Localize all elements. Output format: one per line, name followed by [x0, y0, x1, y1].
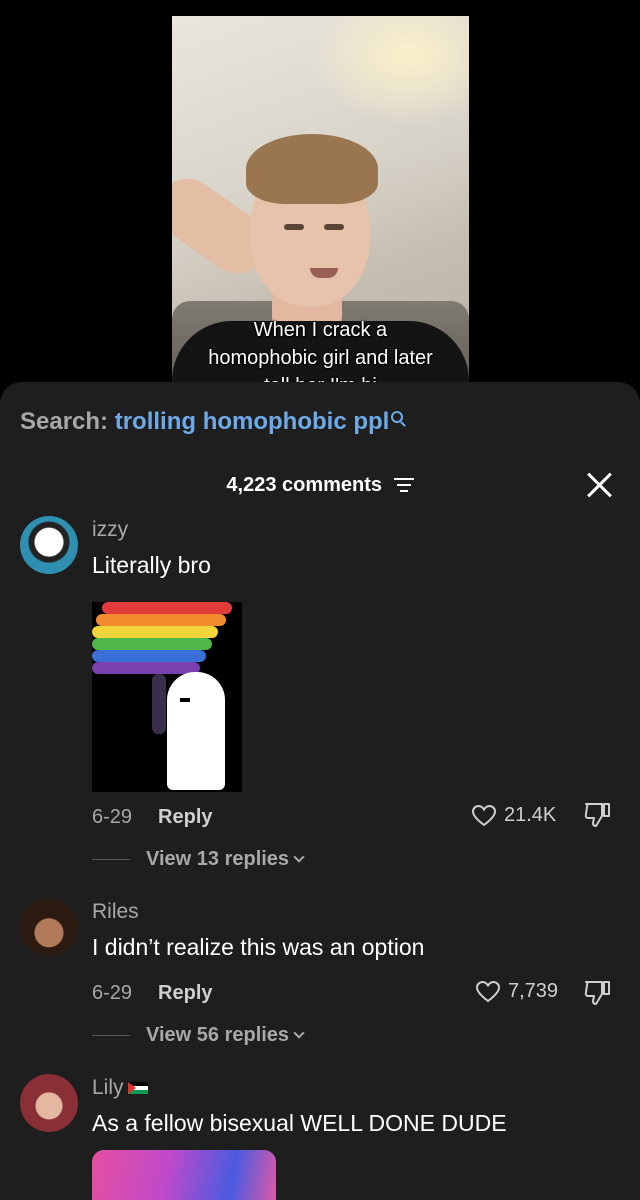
comment-date: 6-29	[92, 806, 133, 828]
character-eye	[180, 698, 190, 702]
comment-text: As a fellow bisexual WELL DONE DUDE	[92, 1110, 507, 1136]
person-eye-left	[284, 224, 304, 230]
comment-username[interactable]: izzy	[92, 518, 128, 542]
replies-divider	[92, 1035, 130, 1037]
close-icon[interactable]	[586, 472, 612, 498]
video-player[interactable]: When I crack a homophobic girl and later…	[172, 16, 469, 386]
like-button[interactable]: 7,739	[476, 980, 558, 1003]
comment-username[interactable]: Riles	[92, 900, 139, 924]
avatar[interactable]	[20, 1074, 78, 1132]
comment-text: I didn’t realize this was an option	[92, 934, 425, 960]
reply-button[interactable]: Reply	[158, 806, 212, 828]
view-replies-label: View 56 replies	[146, 1024, 290, 1046]
search-suggestion[interactable]: Search: trolling homophobic ppl	[20, 408, 404, 436]
heart-icon	[472, 804, 496, 827]
comment-text: Literally bro	[92, 552, 211, 578]
search-term-link[interactable]: trolling homophobic ppl	[115, 408, 390, 435]
character-body	[167, 672, 225, 790]
comment-username-wrapper[interactable]: Lily	[92, 1076, 148, 1100]
like-count: 21.4K	[504, 804, 557, 826]
comment-count: 4,223 comments	[226, 474, 383, 496]
like-count: 7,739	[508, 980, 559, 1002]
view-replies-button[interactable]: View 13 replies	[92, 848, 305, 871]
like-button[interactable]: 21.4K	[472, 804, 556, 827]
comment-gif-image[interactable]	[92, 602, 242, 792]
comment-date: 6-29	[92, 982, 133, 1004]
dislike-icon[interactable]	[582, 978, 612, 1008]
reply-button[interactable]: Reply	[158, 982, 212, 1004]
comment-meta: 6-29 Reply	[92, 806, 213, 829]
search-label: Search:	[20, 408, 109, 435]
chevron-down-icon	[293, 851, 305, 863]
avatar[interactable]	[20, 898, 78, 956]
comments-sheet: Search: trolling homophobic ppl 4,223 co…	[0, 382, 640, 1200]
comment-username: Lily	[92, 1076, 124, 1099]
replies-divider	[92, 859, 130, 861]
avatar[interactable]	[20, 516, 78, 574]
person-hair	[246, 134, 378, 204]
palestine-flag-icon	[127, 1082, 148, 1094]
view-replies-button[interactable]: View 56 replies	[92, 1024, 305, 1047]
background-light	[309, 16, 469, 126]
video-caption: When I crack a homophobic girl and later…	[172, 316, 469, 386]
filter-icon[interactable]	[393, 478, 414, 492]
caption-line: When I crack a	[253, 319, 388, 341]
chevron-down-icon	[293, 1027, 305, 1039]
comment-meta: 6-29 Reply	[92, 982, 213, 1005]
comment-count-header: 4,223 comments	[0, 474, 640, 497]
heart-icon	[476, 980, 500, 1003]
view-replies-label: View 13 replies	[146, 848, 290, 870]
search-icon	[391, 411, 404, 423]
dislike-icon[interactable]	[582, 800, 612, 830]
person-eye-right	[324, 224, 344, 230]
comment-image-thumbnail[interactable]	[92, 1150, 276, 1200]
caption-line: homophobic girl and later	[208, 347, 433, 369]
